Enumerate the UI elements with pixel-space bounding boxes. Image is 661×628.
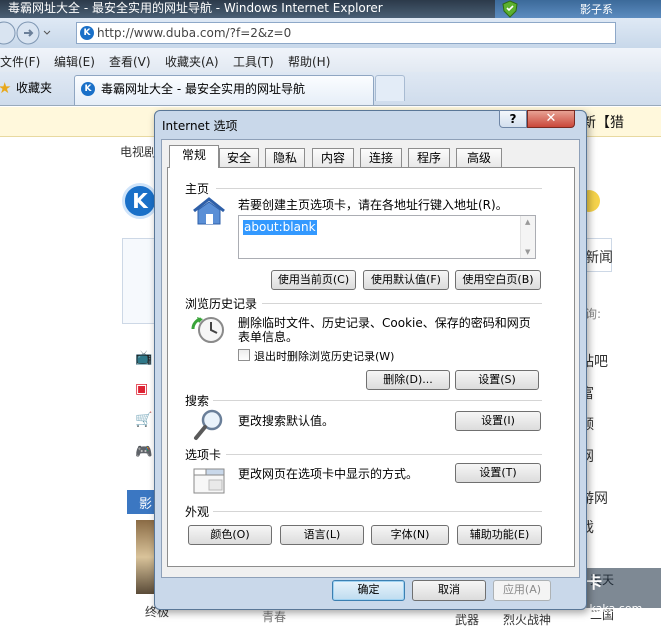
duba-logo[interactable]: K (122, 183, 158, 219)
search-settings-button[interactable]: 设置(I) (455, 411, 541, 431)
tab-security[interactable]: 安全 (219, 148, 259, 167)
tab-favicon-icon: K (81, 82, 95, 96)
menu-favorites[interactable]: 收藏夹(A) (165, 53, 219, 70)
tab-connections[interactable]: 连接 (360, 148, 402, 167)
homepage-url-value: about:blank (243, 220, 317, 235)
title-right-text: 影子系 (580, 3, 613, 16)
home-description: 若要创建主页选项卡，请在各地址行键入地址(R)。 (238, 198, 508, 212)
tabs-heading: 选项卡 (185, 448, 222, 462)
history-clock-icon (191, 317, 224, 343)
help-button[interactable]: ? (499, 110, 527, 128)
favorites-label: 收藏夹 (16, 81, 53, 95)
languages-button[interactable]: 语言(L) (280, 525, 364, 545)
page-nav-tvseries[interactable]: 电视剧 (120, 143, 156, 160)
history-description-line2: 表单信息。 (238, 330, 299, 344)
address-text: http://www.duba.com/?f=2&z=0 (97, 26, 292, 40)
divider (226, 454, 542, 455)
calendar-icon: ▣ (135, 381, 149, 397)
window-title: 毒霸网址大全 - 最安全实用的网址导航 - Windows Internet E… (8, 1, 383, 15)
close-icon: ✕ (545, 111, 557, 126)
dialog-title: Internet 选项 (162, 119, 238, 133)
search-heading: 搜索 (185, 394, 210, 408)
accessibility-button[interactable]: 辅助功能(E) (457, 525, 542, 545)
tab-content[interactable]: 内容 (312, 148, 354, 167)
appearance-heading: 外观 (185, 505, 210, 519)
page-bottom-item[interactable]: 武器 (455, 611, 479, 628)
title-bar-right: 影子系 (495, 0, 661, 18)
page-bottom-item[interactable]: 烈火战神 (503, 611, 551, 628)
tv-icon: 📺 (135, 350, 153, 366)
page-tail-text: 新【猎 (582, 115, 624, 131)
delete-on-exit-label[interactable]: 退出时删除浏览历史记录(W) (254, 348, 394, 364)
back-forward-buttons[interactable] (0, 21, 52, 45)
tabs-window-icon (193, 468, 225, 494)
menu-view[interactable]: 查看(V) (109, 53, 151, 70)
menu-file[interactable]: 文件(F) (0, 53, 40, 70)
use-blank-button[interactable]: 使用空白页(B) (455, 270, 541, 290)
browser-tab-active[interactable]: K 毒霸网址大全 - 最安全实用的网址导航 (74, 75, 374, 105)
page-left-tab[interactable]: 影 (127, 490, 155, 514)
tab-programs[interactable]: 程序 (408, 148, 450, 167)
divider (213, 511, 542, 512)
favorites-button[interactable]: ★ 收藏夹 (0, 76, 70, 100)
ok-button[interactable]: 确定 (332, 580, 405, 601)
divider (213, 400, 542, 401)
colors-button[interactable]: 颜色(O) (188, 525, 272, 545)
history-settings-button[interactable]: 设置(S) (455, 370, 539, 390)
tabs-description: 更改网页在选项卡中显示的方式。 (238, 467, 419, 481)
use-default-button[interactable]: 使用默认值(F) (363, 270, 449, 290)
menu-help[interactable]: 帮助(H) (288, 53, 330, 70)
page-right-item: 询: (585, 307, 602, 321)
menu-tools[interactable]: 工具(T) (233, 53, 274, 70)
page-bottom-item[interactable]: 青春 (262, 608, 286, 625)
address-input[interactable]: K http://www.duba.com/?f=2&z=0 (76, 22, 616, 44)
page-left-panel (122, 238, 156, 324)
divider (216, 188, 542, 189)
field-scrollbar[interactable]: ▲ ▼ (520, 216, 535, 258)
menu-edit[interactable]: 编辑(E) (54, 53, 95, 70)
star-icon: ★ (0, 79, 12, 97)
delete-on-exit-checkbox[interactable] (238, 349, 250, 361)
search-icon (194, 409, 223, 440)
tabs-settings-button[interactable]: 设置(T) (455, 463, 541, 483)
thumbnail-image[interactable] (136, 520, 156, 594)
tab-title: 毒霸网址大全 - 最安全实用的网址导航 (101, 82, 305, 96)
cancel-button[interactable]: 取消 (412, 580, 486, 601)
cart-icon: 🛒 (135, 412, 153, 428)
site-favicon-icon: K (80, 26, 94, 40)
fonts-button[interactable]: 字体(N) (371, 525, 449, 545)
apply-button[interactable]: 应用(A) (493, 580, 551, 601)
gamepad-icon: 🎮 (135, 444, 153, 460)
tab-privacy[interactable]: 隐私 (265, 148, 305, 167)
home-heading: 主页 (185, 182, 210, 196)
shield-icon (502, 0, 518, 18)
menu-bar: 文件(F) 编辑(E) 查看(V) 收藏夹(A) 工具(T) 帮助(H) (0, 48, 661, 72)
back-button-icon[interactable] (0, 21, 16, 45)
search-description: 更改搜索默认值。 (238, 414, 335, 428)
use-current-button[interactable]: 使用当前页(C) (271, 270, 356, 290)
new-tab-button[interactable] (375, 75, 405, 101)
page-right-item[interactable]: 新闻 (585, 247, 613, 267)
home-icon (193, 197, 225, 225)
tab-advanced[interactable]: 高级 (456, 148, 502, 167)
history-heading: 浏览历史记录 (185, 297, 258, 311)
divider (262, 303, 542, 304)
delete-history-button[interactable]: 删除(D)... (366, 370, 450, 390)
homepage-url-field[interactable]: about:blank ▲ ▼ (238, 215, 536, 259)
tab-general[interactable]: 常规 (169, 145, 219, 168)
close-button[interactable]: ✕ (527, 110, 575, 128)
